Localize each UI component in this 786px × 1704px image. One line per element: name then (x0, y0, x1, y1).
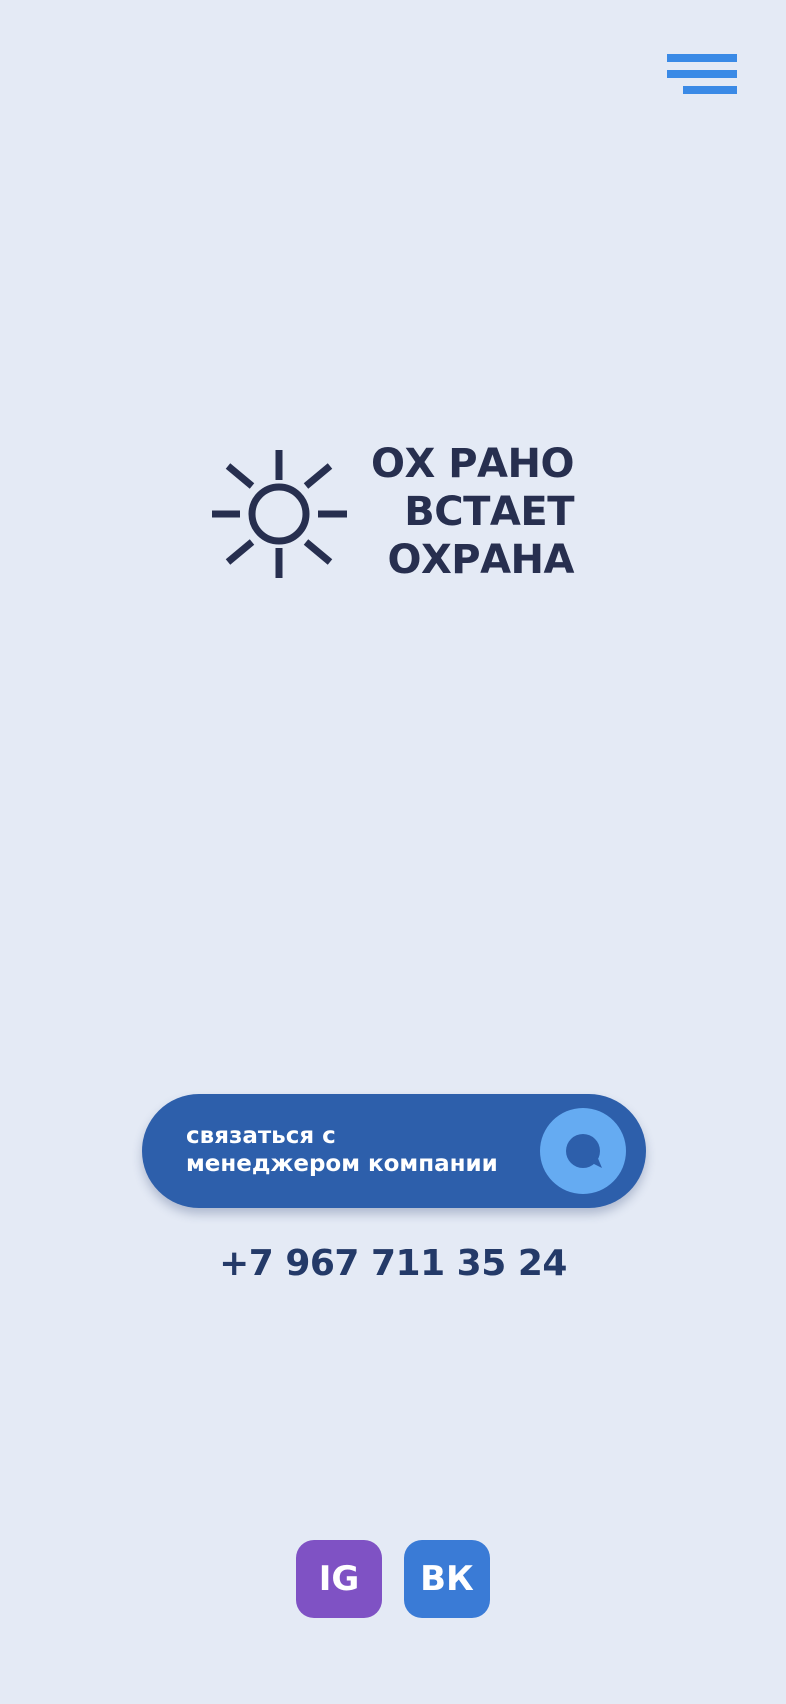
contact-label-line-2: менеджером компании (186, 1151, 498, 1177)
sun-icon (212, 450, 347, 578)
vk-button[interactable]: ВК (404, 1540, 490, 1618)
logo: ОХ РАНО ВСТАЕТ ОХРАНА (208, 440, 578, 583)
chat-icon-circle (540, 1108, 626, 1194)
chat-bubble-icon (566, 1134, 602, 1168)
contact-manager-button[interactable]: связаться с менеджером компании (142, 1094, 646, 1208)
phone-number-link[interactable]: +7 967 711 35 24 (0, 1238, 786, 1290)
hamburger-menu-bar (683, 86, 737, 94)
logo-line-3: ОХРАНА (387, 537, 574, 583)
hamburger-menu-bar (667, 70, 737, 78)
instagram-button[interactable]: IG (296, 1540, 382, 1618)
logo-line-2: ВСТАЕТ (404, 489, 574, 535)
menu-button[interactable] (664, 52, 740, 96)
contact-button-label: связаться с менеджером компании (186, 1122, 498, 1178)
hamburger-menu-icon (667, 54, 737, 62)
contact-label-line-1: связаться с (186, 1123, 336, 1149)
logo-line-1: ОХ РАНО (370, 441, 575, 487)
logo-text: ОХ РАНО ВСТАЕТ ОХРАНА (370, 440, 575, 584)
